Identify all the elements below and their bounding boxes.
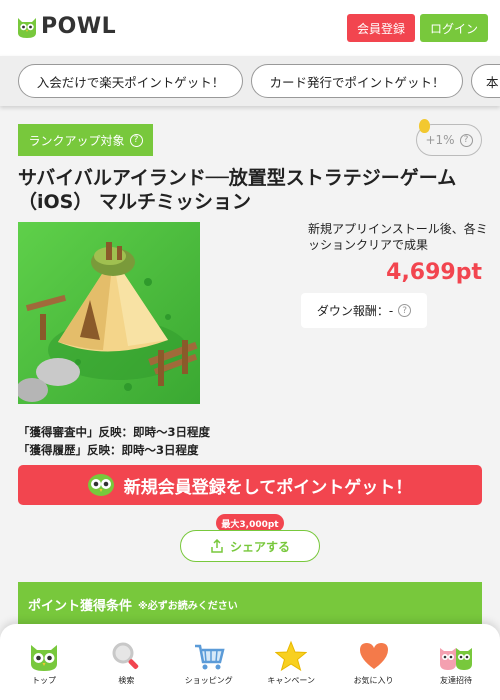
nav-item-search[interactable]: 検索 [94,624,158,700]
search-icon [112,642,139,669]
nav-item-campaign[interactable]: キャンペーン [259,624,323,700]
bottom-nav: トップ 検索 ショッピング キャンペーン お気に入り 友達招待 [0,624,500,700]
share-icon [211,539,223,553]
game-thumbnail [18,222,200,404]
login-button[interactable]: ログイン [420,14,488,42]
star-icon [275,640,308,672]
share-button[interactable]: シェアする [180,530,320,562]
note-history: 「獲得履歴」反映：即時〜3日程度 [18,443,199,457]
offer-title: サバイバルアイランド──放置型ストラテジーゲーム（iOS） マルチミッション [18,167,457,213]
nav-item-top[interactable]: トップ [12,624,76,700]
conditions-note: ※必ずお読みください [138,600,238,612]
rank-up-tag[interactable]: ランクアップ対象 ? [18,124,153,156]
nav-label: 検索 [118,676,135,685]
friends-icon [439,648,472,670]
help-icon: ? [129,133,143,147]
nav-label: お気に入り [353,676,394,685]
cart-icon [194,644,225,670]
owl-logo-icon [18,17,36,38]
nav-label: トップ [32,676,56,685]
help-icon: ? [398,304,412,317]
offer-description: 新規アプリインストール後、各ミッションクリアで成果 [308,222,488,252]
help-icon: ? [459,133,473,147]
bonus-rate-label: +1% [425,133,455,147]
promo-carousel: 入会だけで楽天ポイントゲット！ カード発行でポイントゲット！ 本 [0,56,500,106]
nav-item-favorites[interactable]: お気に入り [342,624,406,700]
owl-icon [31,645,57,671]
bonus-coin-icon [419,119,430,133]
conditions-header: ポイント獲得条件 ※必ずお読みください [18,582,482,626]
rank-up-label: ランクアップ対象 [28,133,125,148]
note-pending: 「獲得審査中」反映：即時〜3日程度 [18,425,210,439]
promo-pill[interactable]: カード発行でポイントゲット！ [251,64,463,98]
share-label: シェアする [229,539,290,554]
nav-label: ショッピング [184,676,233,685]
nav-item-shopping[interactable]: ショッピング [177,624,241,700]
nav-label: 友達招待 [439,676,472,685]
signup-cta-button[interactable]: 新規会員登録をしてポイントゲット！ [18,465,482,505]
heart-icon [359,643,388,669]
logo-text: POWL [41,14,117,39]
tent-illustration-icon [18,222,200,404]
signup-cta-label: 新規会員登録をしてポイントゲット！ [123,477,413,498]
nav-item-invite[interactable]: 友達招待 [424,624,488,700]
app-header: POWL 会員登録 ログイン [0,0,500,56]
promo-pill[interactable]: 入会だけで楽天ポイントゲット！ [18,64,243,98]
down-reward-box[interactable]: ダウン報酬：- ? [301,293,427,328]
register-button[interactable]: 会員登録 [347,14,415,42]
owl-face-icon [87,474,114,496]
logo[interactable]: POWL [16,14,116,39]
conditions-title: ポイント獲得条件 [28,598,133,614]
reward-points: 4,699pt [386,260,482,285]
promo-pill[interactable]: 本 [471,64,500,98]
down-reward-label: ダウン報酬：- [316,304,394,318]
nav-label: キャンペーン [267,676,315,685]
